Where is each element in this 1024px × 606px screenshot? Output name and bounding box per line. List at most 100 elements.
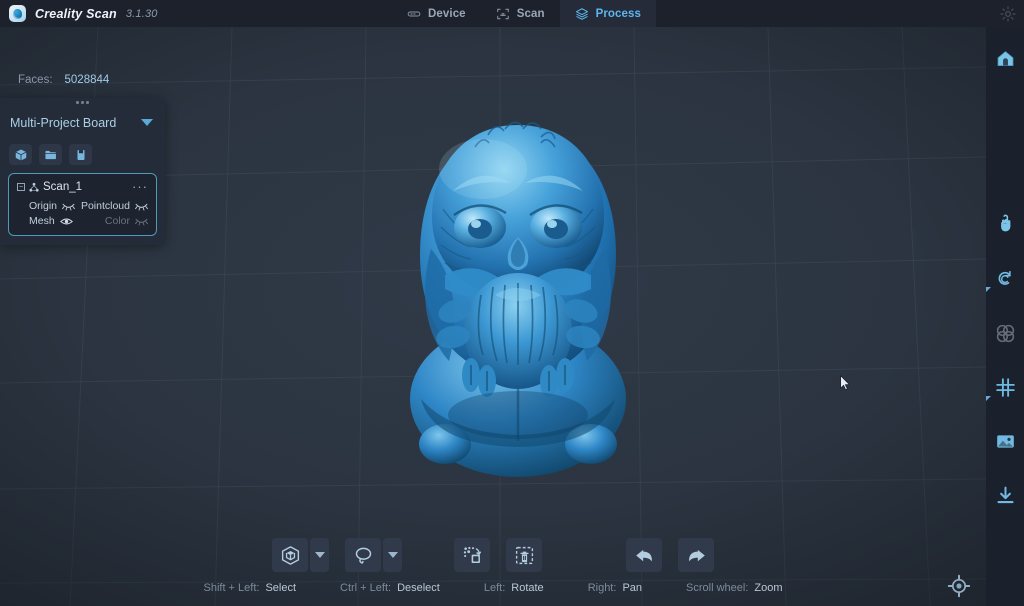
property-color[interactable]: Color (81, 215, 148, 227)
hint-rotate: Left: Rotate (484, 582, 544, 594)
hint-select-action: Select (265, 582, 297, 594)
faces-value: 5028844 (64, 74, 110, 86)
image-photo-icon (996, 434, 1014, 448)
hint-deselect-action: Deselect (397, 582, 440, 594)
redo-button[interactable] (678, 538, 714, 572)
submenu-indicator (986, 396, 991, 401)
hint-deselect-key: Ctrl + Left: (340, 582, 392, 594)
download-icon (996, 486, 1014, 503)
home-icon (997, 50, 1013, 66)
app-title: Creality Scan (35, 6, 117, 21)
scan-item-header: − Scan_1 ··· (17, 180, 148, 193)
hint-pan: Right: Pan (588, 582, 642, 594)
box-select-dropdown[interactable] (310, 538, 329, 572)
delete-selection-button[interactable] (506, 538, 542, 572)
save-project-button[interactable] (69, 144, 92, 165)
hint-rotate-action: Rotate (511, 582, 544, 594)
cube-select-icon (281, 545, 299, 565)
hand-pointer-icon (1000, 214, 1010, 231)
drag-handle-icon[interactable] (0, 98, 165, 107)
minus-square-icon[interactable]: − (17, 183, 25, 191)
eye-open-icon[interactable] (59, 217, 73, 226)
property-origin[interactable]: Origin (17, 200, 81, 212)
tab-scan-label: Scan (516, 7, 545, 20)
merge-tool-button[interactable] (986, 315, 1024, 351)
spiral-rotate-icon (998, 270, 1011, 285)
device-icon (407, 10, 421, 17)
grid-tool-button[interactable] (986, 369, 1024, 405)
lasso-select-button[interactable] (345, 538, 381, 572)
overlap-circles-icon (996, 324, 1014, 342)
hint-pan-key: Right: (587, 582, 617, 594)
box-select-group (272, 538, 329, 572)
bottom-toolbar (0, 535, 986, 575)
scan-item-properties: Origin Pointcloud Mesh Color (17, 200, 148, 227)
export-button[interactable] (986, 477, 1024, 513)
project-panel-header[interactable]: Multi-Project Board (0, 107, 165, 138)
scan-item-card[interactable]: − Scan_1 ··· Origin Pointcloud Mesh Colo… (8, 173, 157, 236)
tab-device-label: Device (428, 7, 466, 20)
eye-closed-icon[interactable] (135, 202, 148, 211)
submenu-indicator (986, 287, 991, 292)
tab-scan[interactable]: Scan (481, 0, 560, 27)
invert-selection-icon (463, 546, 481, 563)
eye-closed-icon[interactable] (135, 217, 148, 226)
hint-pan-action: Pan (622, 582, 643, 594)
tab-process-label: Process (595, 7, 642, 20)
chevron-down-icon (387, 552, 398, 558)
chevron-down-icon (314, 552, 325, 558)
texture-button[interactable] (986, 423, 1024, 459)
rotate-tool-button[interactable] (986, 260, 1024, 296)
ellipsis-icon[interactable]: ··· (132, 180, 148, 193)
creality-logo-icon (9, 5, 26, 22)
grid-hash-icon (995, 377, 1015, 397)
hint-zoom-action: Zoom (754, 582, 783, 594)
undo-arrow-icon (635, 549, 652, 561)
recenter-view-button[interactable] (947, 574, 971, 598)
tab-process[interactable]: Process (559, 0, 657, 27)
open-project-button[interactable] (39, 144, 62, 165)
hint-zoom: Scroll wheel: Zoom (686, 582, 782, 594)
property-mesh[interactable]: Mesh (17, 215, 81, 227)
scan-frame-icon (496, 8, 509, 19)
right-sidebar (986, 27, 1024, 606)
hint-deselect: Ctrl + Left: Deselect (340, 582, 440, 594)
invert-selection-button[interactable] (454, 538, 490, 572)
home-button[interactable] (986, 40, 1024, 76)
property-color-label: Color (104, 215, 130, 227)
shortcut-hints: Shift + Left: Select Ctrl + Left: Desele… (0, 578, 986, 598)
project-toolbar (0, 138, 165, 173)
chevron-down-icon[interactable] (141, 119, 153, 126)
box-select-button[interactable] (272, 538, 308, 572)
hint-zoom-key: Scroll wheel: (686, 582, 749, 594)
project-panel: Multi-Project Board − Scan_1 ··· Origin … (0, 98, 165, 245)
owl-3d-scan-mesh[interactable] (383, 99, 653, 484)
property-mesh-label: Mesh (29, 215, 55, 227)
faces-label: Faces: (18, 74, 53, 86)
app-version: 3.1.30 (125, 7, 158, 20)
undo-button[interactable] (626, 538, 662, 572)
brand: Creality Scan 3.1.30 (0, 5, 158, 22)
app-window: Creality Scan 3.1.30 Device Scan Process… (0, 0, 1024, 606)
folder-icon (44, 150, 57, 159)
property-pointcloud[interactable]: Pointcloud (81, 200, 148, 212)
select-tool-button[interactable] (986, 205, 1024, 241)
faces-readout: Faces: 5028844 (18, 74, 109, 86)
new-project-button[interactable] (9, 144, 32, 165)
redo-arrow-icon (688, 549, 705, 561)
lasso-icon (355, 547, 371, 564)
lasso-select-dropdown[interactable] (383, 538, 402, 572)
cube-icon (15, 148, 26, 161)
app-header: Creality Scan 3.1.30 Device Scan Process (0, 0, 1024, 27)
hint-select-key: Shift + Left: (203, 582, 260, 594)
property-origin-label: Origin (29, 200, 58, 212)
project-panel-title: Multi-Project Board (10, 115, 117, 130)
hint-rotate-key: Left: (483, 582, 506, 594)
hint-select: Shift + Left: Select (203, 582, 296, 594)
tab-device[interactable]: Device (392, 0, 481, 27)
scan-item-label: Scan_1 (43, 181, 83, 193)
gear-icon[interactable] (999, 5, 1017, 23)
eye-closed-icon[interactable] (62, 202, 75, 211)
delete-region-icon (515, 546, 533, 564)
mesh-node-icon (29, 182, 39, 192)
